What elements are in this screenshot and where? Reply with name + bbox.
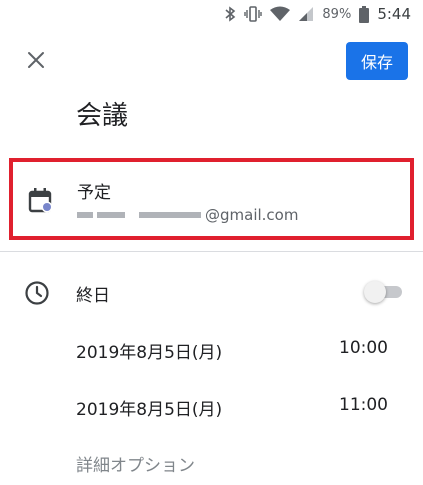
calendar-account: @gmail.com: [77, 206, 298, 224]
start-time[interactable]: 10:00: [339, 338, 388, 358]
toggle-thumb: [364, 281, 386, 303]
divider: [0, 251, 423, 252]
redacted-text: [97, 212, 125, 218]
clock-icon: [24, 280, 50, 310]
battery-icon: [359, 5, 370, 23]
account-domain: @gmail.com: [205, 206, 299, 224]
redacted-text: [139, 212, 201, 218]
event-title[interactable]: 会議: [76, 95, 128, 132]
close-icon: [27, 51, 45, 73]
start-date[interactable]: 2019年8月5日(月): [76, 338, 222, 363]
cell-signal-icon: [298, 6, 314, 22]
all-day-toggle[interactable]: [364, 281, 402, 303]
end-datetime-row[interactable]: 2019年8月5日(月) 11:00: [76, 395, 394, 421]
all-day-label: 終日: [76, 286, 110, 306]
end-time[interactable]: 11:00: [339, 395, 388, 415]
vibrate-icon: [244, 6, 263, 22]
status-time: 5:44: [377, 5, 411, 23]
calendar-icon: [27, 186, 55, 218]
save-button[interactable]: 保存: [346, 42, 408, 80]
battery-percentage: 89%: [322, 6, 352, 22]
wifi-icon: [270, 6, 291, 22]
more-options-link[interactable]: 詳細オプション: [76, 451, 195, 476]
redacted-text: [77, 212, 93, 218]
start-datetime-row[interactable]: 2019年8月5日(月) 10:00: [76, 338, 394, 364]
bluetooth-icon: [224, 6, 236, 22]
end-date[interactable]: 2019年8月5日(月): [76, 395, 222, 420]
status-bar: 89% 5:44: [0, 0, 423, 28]
calendar-label: 予定: [77, 183, 111, 203]
close-button[interactable]: [20, 46, 52, 78]
calendar-selector[interactable]: 予定 @gmail.com: [9, 158, 414, 240]
